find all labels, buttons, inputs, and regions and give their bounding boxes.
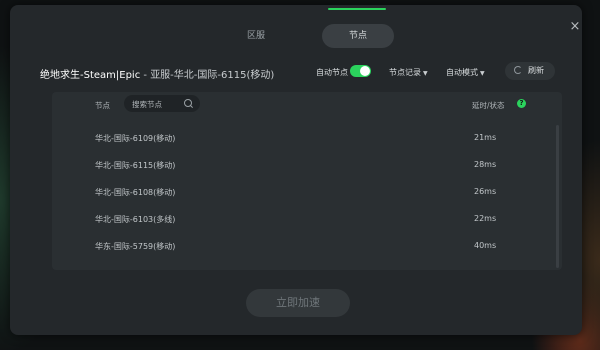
node-history-dropdown[interactable]: 节点记录 ▼ [389, 67, 428, 78]
table-row[interactable]: 华北-国际-6108(移动) 26ms [52, 178, 552, 205]
column-header-latency: 延时/状态 [472, 101, 505, 110]
tab-node[interactable]: 节点 [322, 24, 394, 48]
auto-node-label: 自动节点 [316, 68, 348, 77]
node-latency: 28ms [474, 160, 497, 169]
caret-down-icon: ▼ [423, 70, 428, 77]
help-icon[interactable]: ? [517, 99, 526, 108]
search-placeholder: 搜索节点 [132, 100, 162, 109]
table-row[interactable]: 华东-国际-5759(移动) 40ms [52, 232, 552, 259]
column-header-node: 节点 [95, 101, 110, 110]
game-name: 绝地求生-Steam|Epic [40, 70, 141, 81]
auto-mode-dropdown[interactable]: 自动模式 ▼ [446, 67, 485, 78]
caret-down-icon: ▼ [480, 70, 485, 77]
current-node: 亚服-华北-国际-6115(移动) [150, 70, 275, 81]
accelerate-button[interactable]: 立即加速 [246, 289, 350, 317]
node-latency: 21ms [474, 133, 497, 142]
table-row[interactable]: 华北-国际-6109(移动) 21ms [52, 124, 552, 151]
search-input[interactable]: 搜索节点 [124, 95, 200, 112]
node-name: 华北-国际-6103(多线) [95, 215, 176, 224]
table-row[interactable]: 华北-国际-6103(多线) 22ms [52, 205, 552, 232]
table-row[interactable]: 华北-国际-6115(移动) 28ms [52, 151, 552, 178]
refresh-label: 刷新 [528, 66, 544, 75]
search-icon[interactable] [184, 99, 192, 107]
node-name: 华北-国际-6108(移动) [95, 188, 176, 197]
auto-node-toggle[interactable] [350, 65, 371, 77]
refresh-button[interactable]: 刷新 [505, 62, 555, 80]
title-separator: - [140, 70, 151, 81]
node-latency: 26ms [474, 187, 497, 196]
node-history-label: 节点记录 [389, 68, 421, 77]
toggle-knob [360, 66, 370, 76]
node-latency: 40ms [474, 241, 497, 250]
refresh-icon [514, 66, 522, 74]
node-name: 华东-国际-5759(移动) [95, 242, 176, 251]
game-title: 绝地求生-Steam|Epic - 亚服-华北-国际-6115(移动) [40, 66, 274, 81]
active-tab-indicator [328, 8, 386, 10]
node-name: 华北-国际-6109(移动) [95, 134, 176, 143]
auto-mode-label: 自动模式 [446, 68, 478, 77]
tab-region[interactable]: 区服 [220, 24, 292, 48]
table-scrollbar[interactable] [556, 125, 559, 268]
node-name: 华北-国际-6115(移动) [95, 161, 176, 170]
tab-bar: 区服 节点 [220, 24, 394, 48]
node-table: 节点 搜索节点 延时/状态 ? 华北-国际-6109(移动) 21ms 华北-国… [52, 92, 562, 270]
node-latency: 22ms [474, 214, 497, 223]
close-icon[interactable]: × [567, 19, 583, 35]
table-header: 节点 搜索节点 延时/状态 ? [52, 92, 562, 116]
